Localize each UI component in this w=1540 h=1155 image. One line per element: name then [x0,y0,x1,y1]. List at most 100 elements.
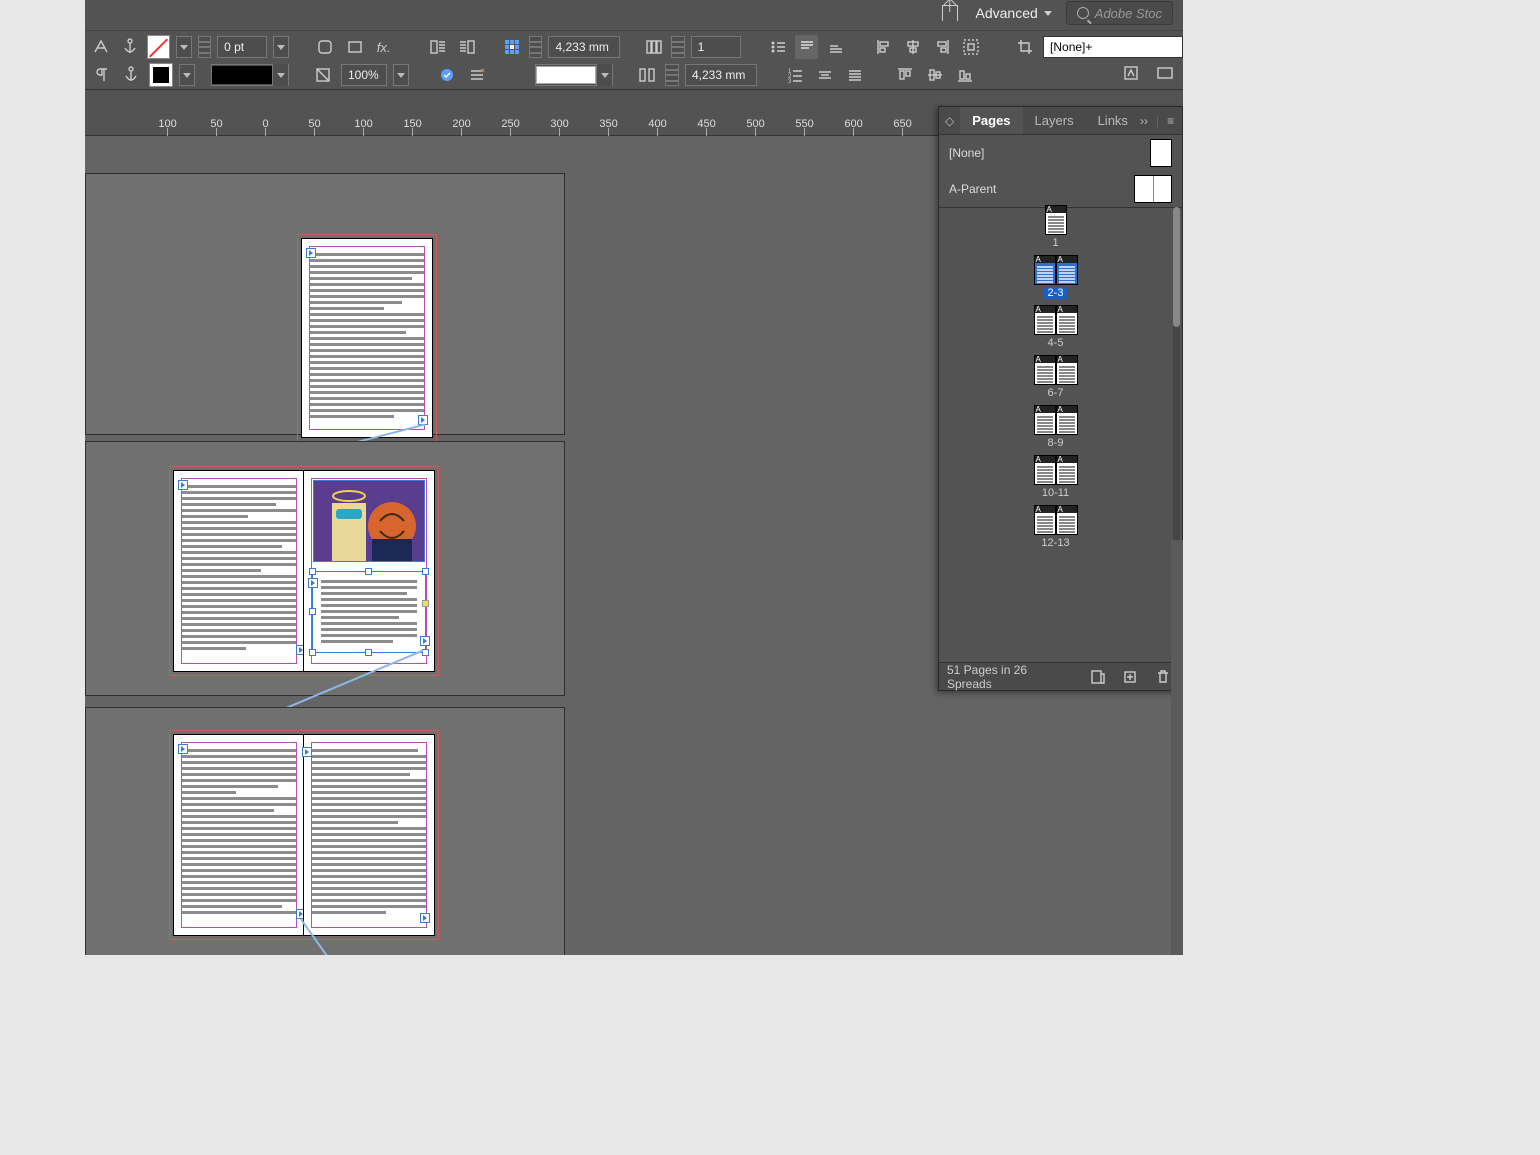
fill-style-swatch[interactable] [536,66,596,84]
page-1[interactable] [302,239,432,437]
crop-icon[interactable] [1014,35,1037,59]
gap-field[interactable]: 4,233 mm [548,36,620,58]
align-bottom-icon[interactable] [824,35,847,59]
no-wrap-icon[interactable] [311,63,335,87]
anchor-icon[interactable] [118,35,141,59]
align-bottom-edges-icon[interactable] [953,63,977,87]
fill-dropdown[interactable] [176,36,191,58]
spread-thumb[interactable]: AA10-11 [939,455,1172,499]
rectangle-icon[interactable] [343,35,366,59]
align-vcenter-icon[interactable] [923,63,947,87]
fill-style-dropdown[interactable] [596,64,612,86]
zoom-dropdown[interactable] [393,64,409,86]
stroke-weight-field[interactable]: 0 pt [217,36,267,58]
stroke-style-swatch[interactable] [212,66,272,84]
stroke-weight-stepper[interactable] [198,36,211,58]
fx-icon[interactable]: fx. [372,35,395,59]
in-port-icon[interactable] [306,248,316,258]
master-pages-section: [None] A-Parent [939,135,1182,208]
align-top-edges-icon[interactable] [893,63,917,87]
paragraph-style-field[interactable]: [None]+ [1043,36,1183,58]
panel-menu-icon[interactable]: ≡ [1167,114,1174,128]
bullets-icon[interactable] [766,35,789,59]
text-frame-greek [302,239,432,437]
anchor2-icon[interactable] [119,63,143,87]
auto-fit-icon[interactable] [435,63,459,87]
spread-thumb[interactable]: AA2-3 [939,255,1172,299]
stroke-swatch[interactable] [149,63,173,87]
text-wrap-left-icon[interactable] [426,35,449,59]
app-stage: Advanced Adobe Stoc 0 pt fx. [85,0,1183,955]
search-icon [1077,7,1089,19]
tab-pages[interactable]: Pages [960,107,1022,134]
new-page-icon[interactable] [1119,665,1141,689]
master-label: [None] [949,146,984,160]
workspace-switcher[interactable]: Advanced [976,5,1052,21]
spread-thumb[interactable]: AA12-13 [939,505,1172,549]
gutter-field[interactable]: 4,233 mm [685,64,757,86]
columns-stepper[interactable] [671,36,684,58]
page-5[interactable] [304,735,434,935]
share-icon[interactable] [938,1,962,25]
columns-icon[interactable] [642,35,665,59]
workspace-label: Advanced [976,5,1038,21]
numbered-list-icon[interactable]: 123 [783,63,807,87]
gutter-icon[interactable] [635,63,659,87]
stroke-dropdown[interactable] [179,64,195,86]
align-top-icon[interactable] [795,35,818,59]
clear-override-icon[interactable] [465,63,489,87]
gutter-stepper[interactable] [665,64,679,86]
justify-center-icon[interactable] [813,63,837,87]
paragraph-formatting-icon[interactable] [89,63,113,87]
stroke-style-dropdown[interactable] [272,64,288,86]
application-bar: Advanced Adobe Stoc [85,0,1183,26]
spread-thumb[interactable]: AA4-5 [939,305,1172,349]
spread-thumb[interactable]: A1 [939,205,1172,249]
in-port-icon[interactable] [178,744,188,754]
quick-apply-icon[interactable] [1119,61,1143,85]
adobe-stock-search[interactable]: Adobe Stoc [1066,1,1173,25]
reference-point-icon[interactable] [500,35,523,59]
justify-full-icon[interactable] [843,63,867,87]
align-hcenter-icon[interactable] [902,35,925,59]
collapse-icon[interactable]: ›› [1140,114,1148,128]
spread-label: 4-5 [1048,337,1064,349]
master-thumb [1150,139,1172,167]
master-none[interactable]: [None] [939,135,1182,171]
spread-label: 6-7 [1048,387,1064,399]
spread-label: 8-9 [1048,437,1064,449]
in-port-icon[interactable] [302,747,312,757]
columns-field[interactable]: 1 [691,36,741,58]
tab-layers[interactable]: Layers [1023,107,1086,134]
spread-thumb[interactable]: AA6-7 [939,355,1172,399]
text-wrap-right-icon[interactable] [455,35,478,59]
stroke-weight-dropdown[interactable] [273,36,288,58]
in-port-icon[interactable] [178,480,188,490]
image-frame[interactable] [313,480,425,562]
stock-placeholder: Adobe Stoc [1095,6,1162,21]
text-frame-greek [174,735,304,935]
align-to-page-icon[interactable] [960,35,983,59]
scrollbar-thumb[interactable] [1173,207,1180,327]
page-2[interactable] [174,471,304,671]
fill-swatch-none[interactable] [147,35,170,59]
page-4[interactable] [174,735,304,935]
window-scrollbar[interactable] [1171,540,1183,955]
out-port-icon[interactable] [420,913,430,923]
character-formatting-icon[interactable] [89,35,112,59]
spread-thumb[interactable]: AA8-9 [939,405,1172,449]
page-thumbnails-list[interactable]: A1 AA2-3 AA4-5 AA6-7 AA8-9 AA10-11 AA12-13 [939,199,1172,660]
align-left-edges-icon[interactable] [873,35,896,59]
zoom-field[interactable]: 100% [341,64,387,86]
expand-panel-icon[interactable] [1153,61,1177,85]
pasteboard-spread-3 [85,707,565,955]
page-3[interactable] [304,471,434,671]
pages-count-label: 51 Pages in 26 Spreads [947,663,1067,691]
selected-text-frame[interactable] [312,571,426,653]
align-right-edges-icon[interactable] [931,35,954,59]
edit-page-size-icon[interactable] [1087,665,1109,689]
corner-options-icon[interactable] [314,35,337,59]
gap-stepper[interactable] [529,36,542,58]
tab-links[interactable]: Links [1086,107,1140,134]
spread-label: 1 [1052,237,1058,249]
